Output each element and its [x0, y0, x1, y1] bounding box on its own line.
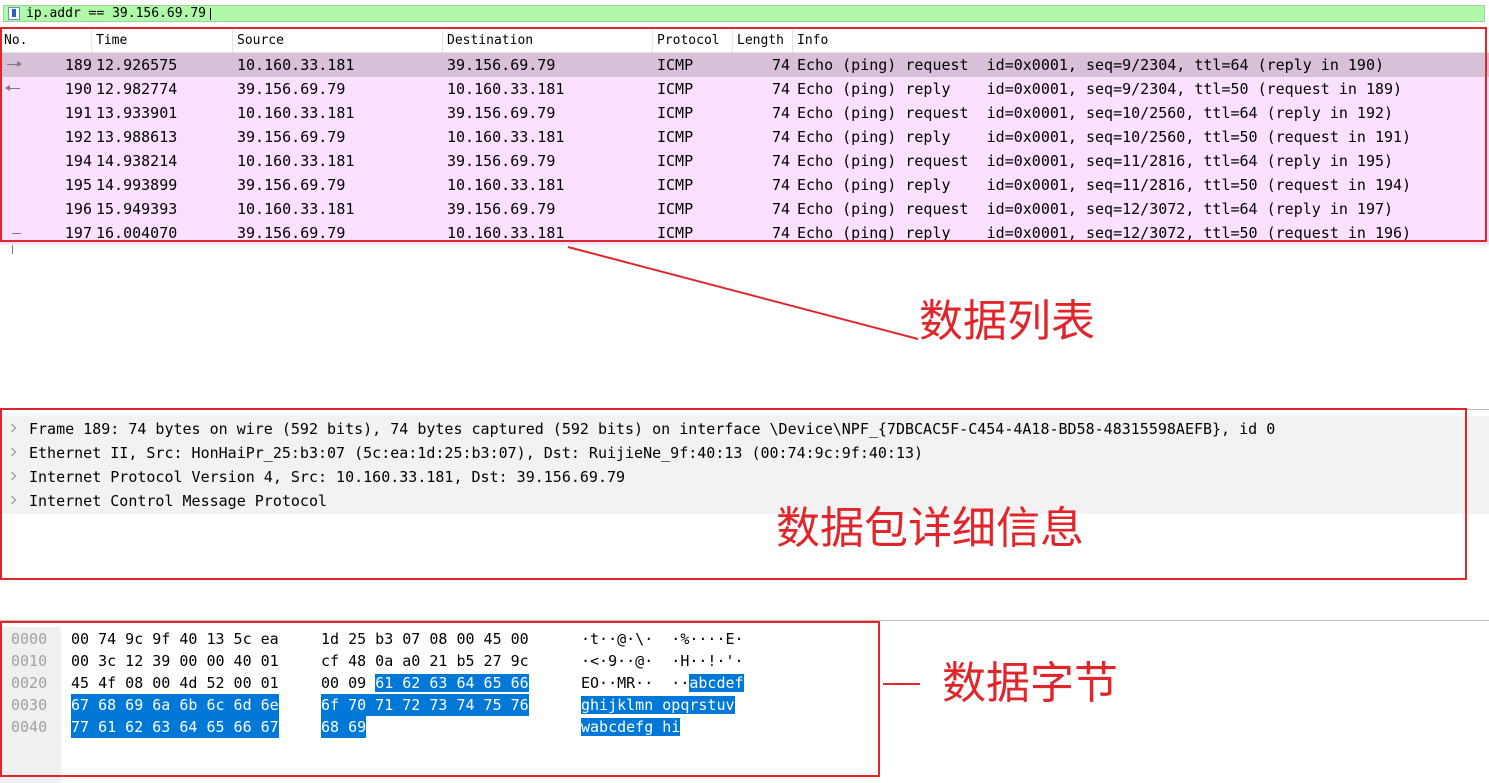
bookmark-icon[interactable] — [8, 7, 20, 20]
filter-text: ip.addr == 39.156.69.79 — [26, 6, 207, 21]
annotation-label-bytes: 数据字节 — [942, 658, 1118, 709]
annotation-box-bytes — [0, 621, 880, 777]
display-filter-input[interactable]: ip.addr == 39.156.69.79 — [3, 5, 1485, 22]
annotation-label-list: 数据列表 — [919, 296, 1095, 347]
annotation-box-details — [0, 408, 1467, 580]
annotation-box-list — [0, 27, 1487, 242]
display-filter-bar: ip.addr == 39.156.69.79 — [0, 3, 1489, 25]
text-cursor — [210, 8, 211, 20]
annotation-label-details: 数据包详细信息 — [776, 503, 1084, 554]
